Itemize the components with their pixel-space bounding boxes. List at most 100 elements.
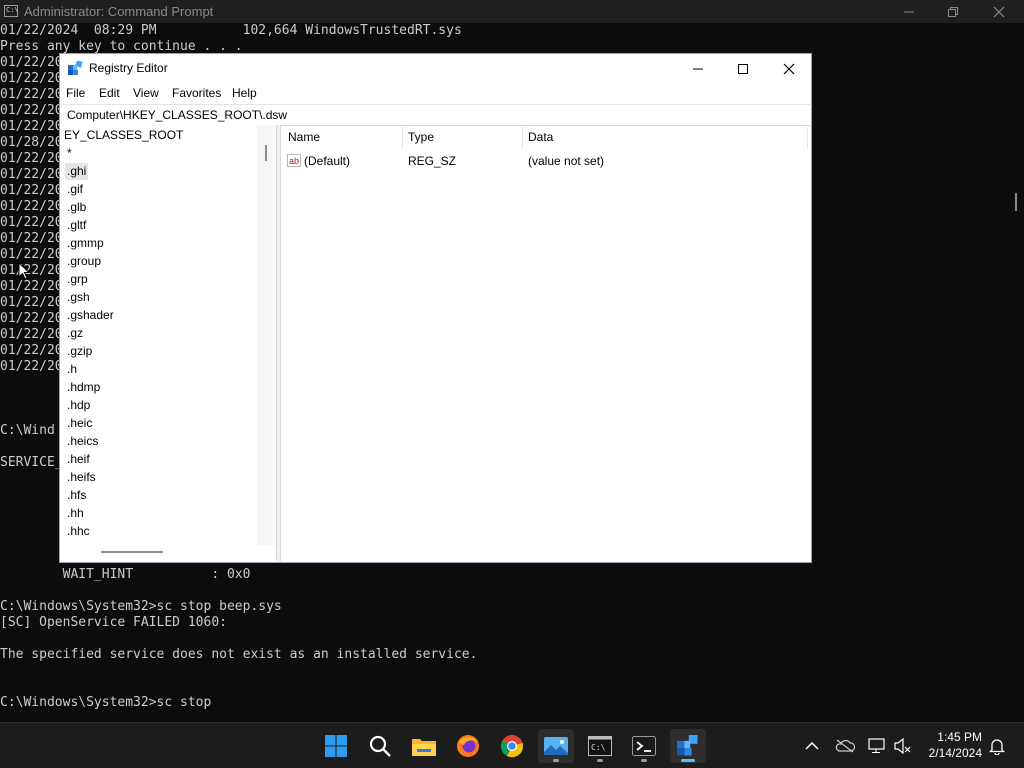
close-icon	[993, 6, 1005, 17]
network-icon	[868, 738, 885, 753]
clock-time: 1:45 PM	[937, 730, 982, 744]
tree-vertical-scrollbar[interactable]	[257, 125, 277, 545]
column-header-type[interactable]: Type	[408, 130, 434, 144]
command-prompt-icon: C:\	[588, 736, 612, 756]
menu-edit[interactable]: Edit	[99, 86, 120, 100]
firefox-button[interactable]	[450, 729, 486, 763]
regedit-maximize-button[interactable]	[720, 54, 766, 84]
tree-key-item[interactable]: .hdp	[65, 397, 92, 414]
tree-key-item[interactable]: .ghi	[65, 163, 89, 180]
console-line: 01/22/20	[0, 151, 63, 166]
console-line: 01/22/20	[0, 167, 63, 182]
registry-values-list[interactable]: Name Type Data ab (Default) REG_SZ (valu…	[281, 125, 810, 561]
photos-icon	[544, 737, 568, 755]
menu-favorites[interactable]: Favorites	[172, 86, 221, 100]
column-divider[interactable]	[807, 127, 808, 149]
console-line: WAIT_HINT : 0x0	[0, 567, 251, 582]
tree-key-item[interactable]: .hh	[65, 505, 86, 522]
console-line: 01/22/20	[0, 263, 63, 278]
regedit-minimize-button[interactable]	[675, 54, 721, 84]
search-button[interactable]	[362, 729, 398, 763]
console-line: C:\Windows\System32>sc stop	[0, 695, 212, 710]
tree-key-item[interactable]: *	[65, 145, 74, 162]
console-line: 01/22/20	[0, 279, 63, 294]
regedit-close-button[interactable]	[766, 54, 812, 84]
photos-button[interactable]	[538, 729, 574, 763]
cmd-restore-button[interactable]	[930, 0, 976, 23]
cmd-window-title: Administrator: Command Prompt	[24, 4, 214, 19]
regedit-titlebar[interactable]: Registry Editor	[60, 54, 811, 84]
registry-key-tree[interactable]: EY_CLASSES_ROOT * .ghi .gif .glb .gltf .gmmp .g…	[61, 125, 275, 561]
console-line: 01/22/20	[0, 215, 63, 230]
tree-key-item[interactable]: .heif	[65, 451, 92, 468]
show-hidden-icons-button[interactable]	[800, 729, 824, 763]
tree-vertical-scroll-thumb[interactable]	[265, 145, 267, 161]
tree-key-item[interactable]: .hhc	[65, 523, 92, 540]
console-line: 01/22/2024 08:29 PM 102,664 WindowsTrust…	[0, 23, 462, 38]
running-indicator	[553, 759, 559, 762]
value-row[interactable]: ab (Default) REG_SZ (value not set)	[281, 152, 801, 170]
cmd-titlebar[interactable]: C:\ Administrator: Command Prompt	[0, 0, 1024, 23]
tree-key-item[interactable]: .hfs	[65, 487, 88, 504]
cmd-close-button[interactable]	[976, 0, 1022, 23]
console-line: 01/22/20	[0, 199, 63, 214]
chrome-button[interactable]	[494, 729, 530, 763]
tree-key-item[interactable]: .gif	[65, 181, 85, 198]
console-line: 01/22/20	[0, 71, 63, 86]
start-button[interactable]	[318, 729, 354, 763]
tree-key-item[interactable]: .gshader	[65, 307, 116, 324]
file-explorer-button[interactable]	[406, 729, 442, 763]
tree-key-item[interactable]: .heics	[65, 433, 100, 450]
volume-muted-icon	[894, 738, 911, 754]
string-value-icon: ab	[287, 154, 301, 167]
console-line: 01/22/20	[0, 247, 63, 262]
value-type: REG_SZ	[408, 154, 457, 168]
column-divider[interactable]	[402, 127, 403, 149]
tree-key-item[interactable]: .gltf	[65, 217, 88, 234]
minimize-icon	[693, 68, 703, 70]
bell-icon	[989, 739, 1005, 755]
network-button[interactable]	[864, 729, 890, 763]
tree-key-item[interactable]: .glb	[65, 199, 88, 216]
column-header-data[interactable]: Data	[528, 130, 553, 144]
console-line: 01/22/20	[0, 295, 63, 310]
registry-editor-window[interactable]: Registry Editor File Edit View Favorites…	[59, 53, 812, 563]
tree-key-item[interactable]: .heic	[65, 415, 94, 432]
tree-key-item[interactable]: .gsh	[65, 289, 92, 306]
tree-key-item[interactable]: .group	[65, 253, 103, 270]
column-header-name[interactable]: Name	[288, 130, 320, 144]
tree-key-item[interactable]: EY_CLASSES_ROOT	[62, 127, 185, 144]
tree-key-item[interactable]: .hdmp	[65, 379, 102, 396]
console-line: 01/22/20	[0, 311, 63, 326]
cmd-scrollbar-thumb[interactable]	[1015, 193, 1017, 211]
address-path[interactable]: Computer\HKEY_CLASSES_ROOT\.dsw	[67, 108, 287, 122]
menu-view[interactable]: View	[133, 86, 159, 100]
onedrive-button[interactable]	[832, 729, 858, 763]
tree-key-item[interactable]: .gz	[65, 325, 85, 342]
menu-help[interactable]: Help	[232, 86, 257, 100]
console-line: [SC] OpenService FAILED 1060:	[0, 615, 227, 630]
console-line: 01/22/20	[0, 327, 63, 342]
notifications-button[interactable]	[984, 729, 1010, 763]
volume-button[interactable]	[890, 729, 916, 763]
maximize-icon	[738, 64, 748, 74]
regedit-menubar: File Edit View Favorites Help	[60, 84, 811, 104]
tree-key-item[interactable]: .grp	[65, 271, 90, 288]
tree-key-item[interactable]: .heifs	[65, 469, 98, 486]
cmd-minimize-button[interactable]	[886, 0, 932, 23]
command-prompt-button[interactable]: C:\	[582, 729, 618, 763]
tree-key-item[interactable]: .gzip	[65, 343, 94, 360]
menu-file[interactable]: File	[66, 86, 85, 100]
tree-key-item[interactable]: .gmmp	[65, 235, 106, 252]
address-bar[interactable]: Computer\HKEY_CLASSES_ROOT\.dsw	[61, 104, 810, 126]
console-line: C:\Windows\System32>sc stop beep.sys	[0, 599, 282, 614]
terminal-button[interactable]	[626, 729, 662, 763]
active-app-indicator	[681, 759, 695, 762]
console-line: 01/22/20	[0, 119, 63, 134]
registry-editor-button[interactable]	[670, 729, 706, 763]
column-divider[interactable]	[522, 127, 523, 149]
taskbar: C:\ 1:45 PM 2/14/2024	[0, 722, 1024, 768]
tree-horizontal-scroll-thumb[interactable]	[101, 551, 163, 553]
console-line: 01/22/20	[0, 55, 63, 70]
tree-key-item[interactable]: .h	[65, 361, 79, 378]
